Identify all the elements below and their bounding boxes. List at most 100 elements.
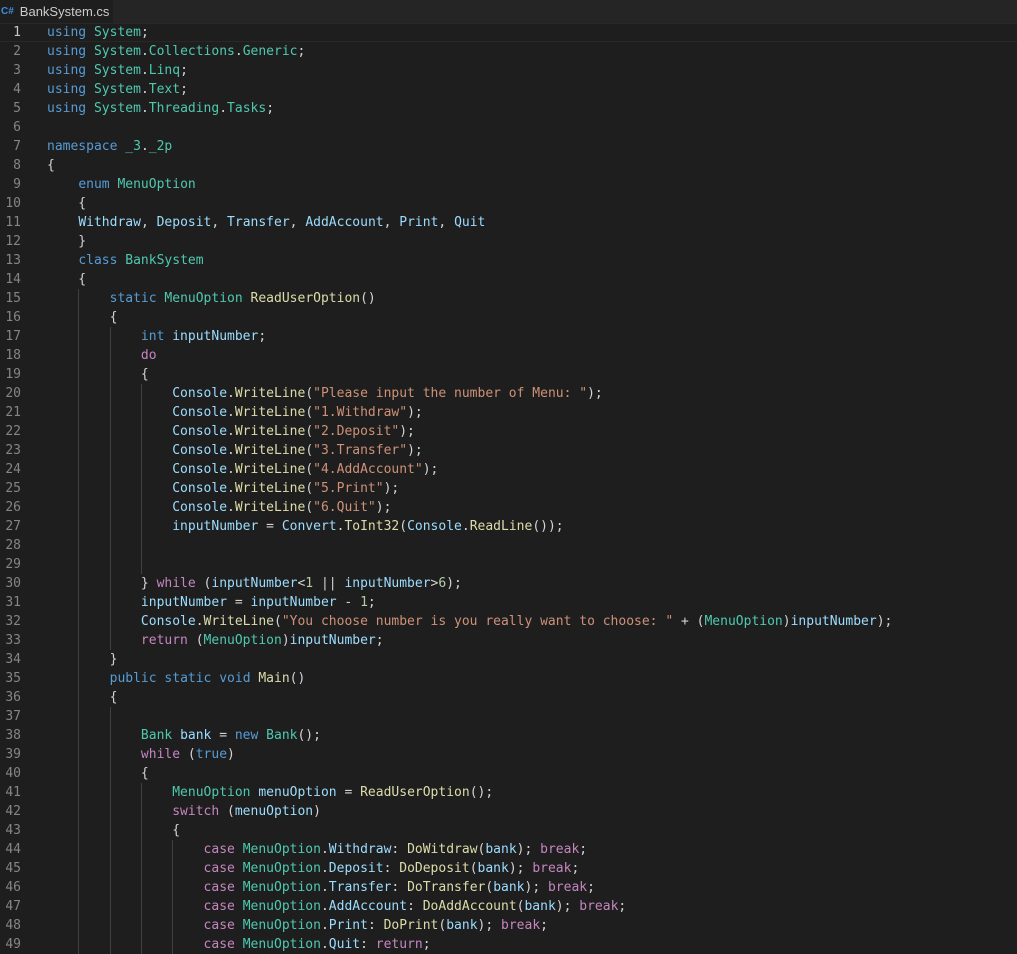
code-line[interactable]: 42 switch (menuOption) — [0, 802, 1017, 821]
code-line[interactable]: 35 public static void Main() — [0, 669, 1017, 688]
code-token: WriteLine — [234, 462, 306, 477]
code-text: int inputNumber; — [47, 327, 266, 346]
code-line[interactable]: 8{ — [0, 156, 1017, 175]
code-line[interactable]: 3 using System.Linq; — [0, 61, 1017, 80]
code-line[interactable]: 18 do — [0, 346, 1017, 365]
code-token: ( — [305, 405, 314, 420]
code-line[interactable]: 27 inputNumber = Convert. ToInt32(Console… — [0, 517, 1017, 536]
code-line[interactable]: 19 { — [0, 365, 1017, 384]
code-text: case MenuOption.Withdraw: DoWitdraw(bank… — [47, 840, 588, 859]
code-line[interactable]: 12 } — [0, 232, 1017, 251]
code-token: ( — [469, 861, 478, 876]
code-line[interactable]: 9 enum MenuOption — [0, 175, 1017, 194]
code-line[interactable]: 24 Console.WriteLine("4.AddAccount"); — [0, 460, 1017, 479]
code-line[interactable]: 30 } while (inputNumber<1 || inputNumber… — [0, 574, 1017, 593]
code-line[interactable]: 46 case MenuOption.Transfer: DoTransfer(… — [0, 878, 1017, 897]
line-number: 17 — [5, 329, 21, 344]
code-line[interactable]: 17 int inputNumber; — [0, 327, 1017, 346]
code-line[interactable]: 48 case MenuOption.Print: DoPrint(bank);… — [0, 916, 1017, 935]
code-token: ; — [587, 880, 595, 895]
code-token: ); — [587, 386, 603, 401]
code-line[interactable]: 40 { — [0, 764, 1017, 783]
code-line[interactable]: 2 using System.Collections.Generic; — [0, 42, 1017, 61]
code-token: DoPrint — [383, 918, 439, 933]
code-token: ; — [367, 595, 376, 610]
code-line[interactable]: 7 namespace _3._2p — [0, 137, 1017, 156]
code-line[interactable]: 16 { — [0, 308, 1017, 327]
code-token: 1 — [360, 595, 368, 610]
code-line[interactable]: 22 Console.WriteLine("2.Deposit"); — [0, 422, 1017, 441]
code-line[interactable]: 13 class BankSystem — [0, 251, 1017, 270]
code-line[interactable]: 38 Bank bank = new Bank(); — [0, 726, 1017, 745]
code-line[interactable]: 45 case MenuOption.Deposit: DoDeposit(ba… — [0, 859, 1017, 878]
code-line[interactable]: 43 { — [0, 821, 1017, 840]
code-token: 1 — [305, 576, 314, 591]
code-line[interactable]: 14 { — [0, 270, 1017, 289]
code-text: Console.WriteLine("1.Withdraw"); — [47, 403, 422, 422]
code-token: static — [164, 671, 212, 686]
code-token: MenuOption — [242, 861, 321, 876]
line-number: 8 — [13, 158, 21, 173]
code-token: { — [47, 766, 149, 781]
code-line[interactable]: 10 { — [0, 194, 1017, 213]
csharp-file-icon: C# — [1, 6, 14, 17]
tab-banksystem-cs[interactable]: C# BankSystem.cs — [0, 0, 114, 23]
code-token: ( — [305, 481, 314, 496]
code-token: Tasks — [227, 101, 267, 116]
code-token: Collections — [148, 44, 235, 59]
code-text: } — [47, 232, 86, 251]
code-token: public — [109, 671, 157, 686]
code-token: . — [234, 44, 243, 59]
code-line[interactable]: 31 inputNumber = inputNumber - 1; — [0, 593, 1017, 612]
code-line[interactable]: 29 — [0, 555, 1017, 574]
code-token: : — [391, 842, 408, 857]
code-token: WriteLine — [234, 481, 306, 496]
code-line[interactable]: 32 Console.WriteLine("You choose number … — [0, 612, 1017, 631]
code-line[interactable]: 47 case MenuOption.AddAccount: DoAddAcco… — [0, 897, 1017, 916]
code-line[interactable]: 44 case MenuOption.Withdraw: DoWitdraw(b… — [0, 840, 1017, 859]
code-token: System — [93, 63, 141, 78]
code-line[interactable]: 34 } — [0, 650, 1017, 669]
line-number: 9 — [13, 177, 21, 192]
code-line[interactable]: 11 Withdraw, Deposit, Transfer, AddAccou… — [0, 213, 1017, 232]
code-line[interactable]: 41 MenuOption menuOption = ReadUserOptio… — [0, 783, 1017, 802]
code-line[interactable]: 23 Console.WriteLine("3.Transfer"); — [0, 441, 1017, 460]
code-token: ( — [195, 576, 212, 591]
code-line[interactable]: 6 — [0, 118, 1017, 137]
code-line[interactable]: 33 return (MenuOption)inputNumber; — [0, 631, 1017, 650]
code-token: "3.Transfer" — [313, 443, 408, 458]
code-line[interactable]: 28 — [0, 536, 1017, 555]
code-line[interactable]: 36 { — [0, 688, 1017, 707]
code-token: DoDeposit — [399, 861, 470, 876]
code-token: _3 — [125, 139, 141, 154]
code-line[interactable]: 39 while (true) — [0, 745, 1017, 764]
code-line[interactable]: 21 Console.WriteLine("1.Withdraw"); — [0, 403, 1017, 422]
code-line[interactable]: 26 Console.WriteLine("6.Quit"); — [0, 498, 1017, 517]
code-token: ( — [305, 500, 314, 515]
code-line[interactable]: 37 — [0, 707, 1017, 726]
code-token: DoTransfer — [407, 880, 486, 895]
code-token: . — [227, 405, 235, 420]
code-line[interactable]: 15 static MenuOption ReadUserOption() — [0, 289, 1017, 308]
code-line[interactable]: 5 using System.Threading.Tasks; — [0, 99, 1017, 118]
code-token: ; — [579, 842, 588, 857]
code-line[interactable]: 4 using System.Text; — [0, 80, 1017, 99]
code-token: bank — [493, 880, 525, 895]
code-line[interactable]: 25 Console.WriteLine("5.Print"); — [0, 479, 1017, 498]
code-editor[interactable]: 1 using System; 2 using System.Collections.… — [0, 23, 1017, 954]
code-line[interactable]: 49 case MenuOption.Quit: return; — [0, 935, 1017, 954]
code-line[interactable]: 1 using System; — [0, 23, 1017, 42]
code-token: ; — [375, 633, 384, 648]
code-token: Main — [258, 671, 290, 686]
code-token: { — [47, 823, 181, 838]
code-token: Transfer — [227, 215, 290, 230]
code-line[interactable]: 20 Console.WriteLine("Please input the n… — [0, 384, 1017, 403]
